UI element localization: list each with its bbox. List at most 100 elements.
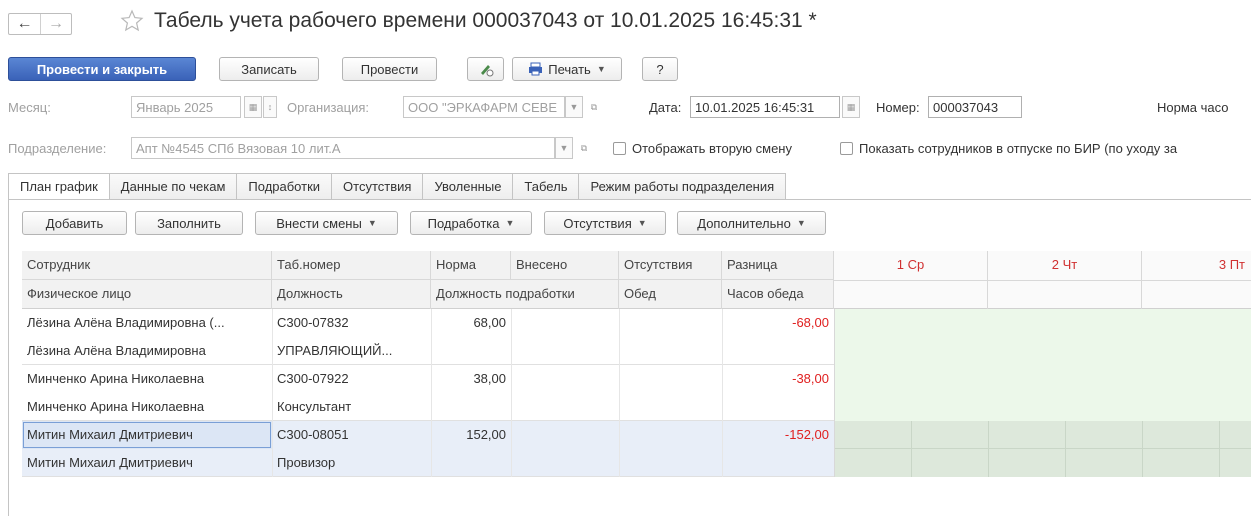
tab-plan-schedule[interactable]: План график — [8, 173, 110, 200]
fill-button[interactable]: Заполнить — [135, 211, 243, 235]
absences-button[interactable]: Отсутствия ▼ — [544, 211, 666, 235]
vacation-label: Показать сотрудников в отпуске по БИР (п… — [859, 141, 1178, 156]
star-icon[interactable] — [120, 9, 144, 33]
absences-label: Отсутствия — [563, 215, 632, 231]
open-department-button[interactable]: ⧉ — [575, 137, 593, 159]
number-field[interactable]: 000037043 — [928, 96, 1022, 118]
norm-cell[interactable]: 38,00 — [431, 365, 511, 393]
col-lunch-hours[interactable]: Часов обеда — [722, 280, 834, 309]
col-day-3[interactable]: 3 Пт — [1142, 251, 1251, 309]
chevron-down-icon: ▼ — [569, 102, 579, 112]
col-lunch[interactable]: Обед — [619, 280, 722, 309]
arrow-right-icon: → — [47, 15, 64, 32]
post-button[interactable]: Провести — [342, 57, 437, 81]
tab-absences[interactable]: Отсутствия — [332, 173, 424, 200]
employee-cell[interactable]: Митин Михаил Дмитриевич — [22, 421, 272, 449]
back-button[interactable]: ← — [9, 14, 40, 34]
date-field[interactable]: 10.01.2025 16:45:31 — [690, 96, 840, 118]
day-2-label: 2 Чт — [1051, 257, 1078, 272]
shifts-button[interactable]: Внести смены ▼ — [255, 211, 398, 235]
department-field[interactable]: Апт №4545 СПб Вязовая 10 лит.А — [131, 137, 555, 159]
number-label: Номер: — [876, 100, 920, 115]
organization-dropdown[interactable]: ▼ — [565, 96, 583, 118]
extra-work-label: Подработка — [427, 215, 500, 231]
position-cell[interactable]: Консультант — [272, 393, 431, 421]
print-label: Печать — [548, 61, 591, 77]
tab-divider — [8, 199, 1251, 200]
calendar-icon: ▦ — [248, 101, 258, 112]
col-day-2[interactable]: 2 Чт — [988, 251, 1142, 309]
col-absences[interactable]: Отсутствия — [619, 251, 722, 280]
diff-cell[interactable]: -68,00 — [722, 309, 834, 337]
tab-dismissed[interactable]: Уволенные — [423, 173, 514, 200]
diff-cell[interactable]: -38,00 — [722, 365, 834, 393]
norm-cell[interactable]: 152,00 — [431, 421, 511, 449]
tab-timesheet[interactable]: Табель — [513, 173, 580, 200]
table-row[interactable]: Минченко Арина Николаевна С300-07922 38,… — [22, 365, 1251, 421]
more-label: Дополнительно — [697, 215, 791, 231]
tab-work-mode[interactable]: Режим работы подразделения — [579, 173, 787, 200]
date-calendar-button[interactable]: ▦ — [842, 96, 860, 118]
page-title: Табель учета рабочего времени 000037043 … — [154, 9, 817, 32]
day-3-label: 3 Пт — [1218, 257, 1245, 272]
position-cell[interactable]: Провизор — [272, 449, 431, 477]
second-shift-label: Отображать вторую смену — [632, 141, 792, 156]
department-dropdown[interactable]: ▼ — [555, 137, 573, 159]
employee-cell[interactable]: Лёзина Алёна Владимировна (... — [22, 309, 272, 337]
organization-label: Организация: — [287, 100, 370, 115]
help-button[interactable]: ? — [642, 57, 678, 81]
print-button[interactable]: Печать ▼ — [512, 57, 622, 81]
tab-receipts[interactable]: Данные по чекам — [109, 173, 238, 200]
diff-cell[interactable]: -152,00 — [722, 421, 834, 449]
col-day-1[interactable]: 1 Ср — [834, 251, 988, 309]
table-row[interactable]: Лёзина Алёна Владимировна (... С300-0783… — [22, 309, 1251, 365]
col-person[interactable]: Физическое лицо — [22, 280, 272, 309]
organization-field[interactable]: ООО "ЭРКАФАРМ СЕВЕ — [403, 96, 565, 118]
col-diff[interactable]: Разница — [722, 251, 834, 280]
col-extra-position[interactable]: Должность подработки — [431, 280, 619, 309]
person-cell[interactable]: Лёзина Алёна Владимировна — [22, 337, 272, 365]
calendar-icon: ▦ — [846, 101, 856, 112]
col-tab-number[interactable]: Таб.номер — [272, 251, 431, 280]
tab-number-cell[interactable]: С300-08051 — [272, 421, 431, 449]
norm-cell[interactable]: 68,00 — [431, 309, 511, 337]
month-stepper[interactable]: ↕ — [263, 96, 277, 118]
col-employee[interactable]: Сотрудник — [22, 251, 272, 280]
forward-button[interactable]: → — [39, 14, 71, 34]
col-norm[interactable]: Норма — [431, 251, 511, 280]
post-and-close-button[interactable]: Провести и закрыть — [8, 57, 196, 81]
month-field[interactable]: Январь 2025 — [131, 96, 241, 118]
more-button[interactable]: Дополнительно ▼ — [677, 211, 826, 235]
calendar-button[interactable]: ▦ — [244, 96, 262, 118]
chevron-down-icon: ▼ — [796, 218, 806, 228]
save-button[interactable]: Записать — [219, 57, 319, 81]
open-icon: ⧉ — [590, 101, 598, 112]
extra-work-button[interactable]: Подработка ▼ — [410, 211, 532, 235]
tab-extra-work[interactable]: Подработки — [237, 173, 333, 200]
person-cell[interactable]: Митин Михаил Дмитриевич — [22, 449, 272, 477]
person-cell[interactable]: Минченко Арина Николаевна — [22, 393, 272, 421]
employee-cell[interactable]: Минченко Арина Николаевна — [22, 365, 272, 393]
vacation-checkbox[interactable] — [840, 142, 853, 155]
table-row-selected[interactable]: Митин Михаил Дмитриевич С300-08051 152,0… — [22, 421, 1251, 477]
day-cells[interactable] — [834, 421, 1251, 477]
tab-bar: План график Данные по чекам Подработки О… — [8, 173, 787, 200]
chevron-down-icon: ▼ — [559, 143, 569, 153]
second-shift-checkbox[interactable] — [613, 142, 626, 155]
day-cells[interactable] — [834, 365, 1251, 421]
add-button[interactable]: Добавить — [22, 211, 127, 235]
shifts-label: Внести смены — [276, 215, 362, 231]
col-position[interactable]: Должность — [272, 280, 431, 309]
position-cell[interactable]: УПРАВЛЯЮЩИЙ... — [272, 337, 431, 365]
stepper-icon: ↕ — [267, 102, 273, 112]
edit-rights-button[interactable] — [467, 57, 504, 81]
tab-number-cell[interactable]: С300-07832 — [272, 309, 431, 337]
chevron-down-icon: ▼ — [637, 218, 647, 228]
tab-number-cell[interactable]: С300-07922 — [272, 365, 431, 393]
col-entered[interactable]: Внесено — [511, 251, 619, 280]
panel-border — [8, 199, 9, 516]
open-organization-button[interactable]: ⧉ — [585, 96, 603, 118]
day-cells[interactable] — [834, 309, 1251, 365]
pencil-icon — [480, 65, 493, 77]
chevron-down-icon: ▼ — [596, 64, 606, 74]
